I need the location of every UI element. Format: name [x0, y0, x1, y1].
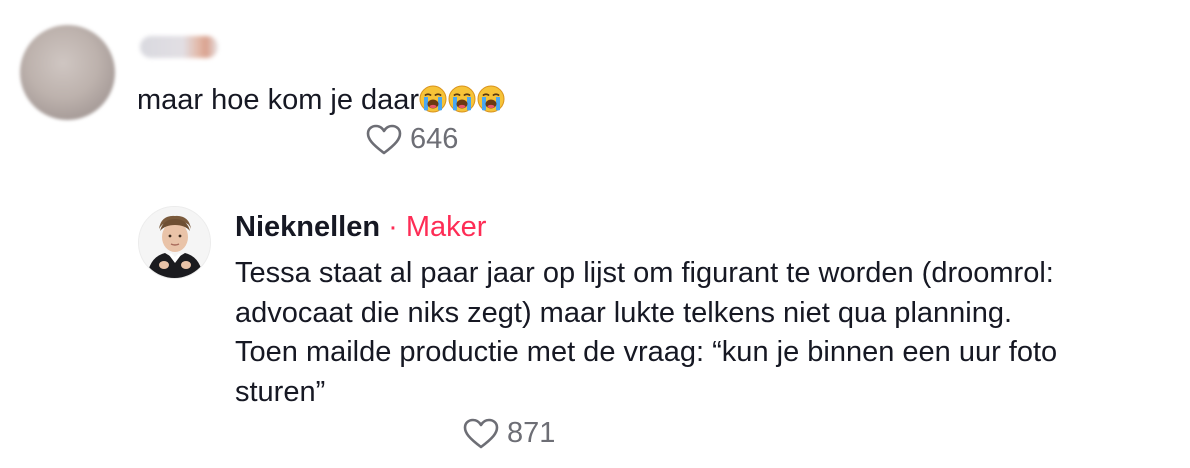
reply-text-line: sturen” [235, 375, 326, 408]
comment-text-label: maar hoe kom je daar [137, 84, 420, 116]
reply-header: Nieknellen · Maker [235, 209, 486, 245]
creator-avatar[interactable] [138, 206, 211, 279]
separator-dot: · [388, 211, 398, 243]
heart-icon[interactable] [366, 124, 402, 156]
creator-badge: Maker [405, 211, 487, 243]
comment-thread: maar hoe kom je daar 646 Nieknellen · Ma… [0, 0, 1190, 468]
comment-text: maar hoe kom je daar [137, 82, 505, 118]
reply-text: Tessa staat al paar jaar op lijst om fig… [235, 254, 1175, 412]
reply-text-line: Toen mailde productie met de vraag: “kun… [235, 336, 1058, 368]
reply-text-line: advocaat die niks zegt) maar lukte telke… [235, 296, 1013, 329]
like-count: 871 [507, 417, 556, 449]
loudly-crying-face-icon [448, 85, 476, 113]
loudly-crying-face-icon [419, 85, 447, 113]
comment-like-button[interactable]: 646 [366, 123, 458, 156]
heart-icon[interactable] [463, 418, 499, 450]
reply-text-line: Tessa staat al paar jaar op lijst om fig… [235, 257, 1054, 289]
creator-username[interactable]: Nieknellen [235, 211, 380, 243]
reply-like-button[interactable]: 871 [463, 417, 555, 450]
commenter-username-blurred[interactable] [140, 36, 218, 58]
like-count: 646 [410, 123, 459, 155]
commenter-avatar[interactable] [20, 25, 115, 120]
emoji-group [419, 85, 505, 113]
loudly-crying-face-icon [477, 85, 505, 113]
